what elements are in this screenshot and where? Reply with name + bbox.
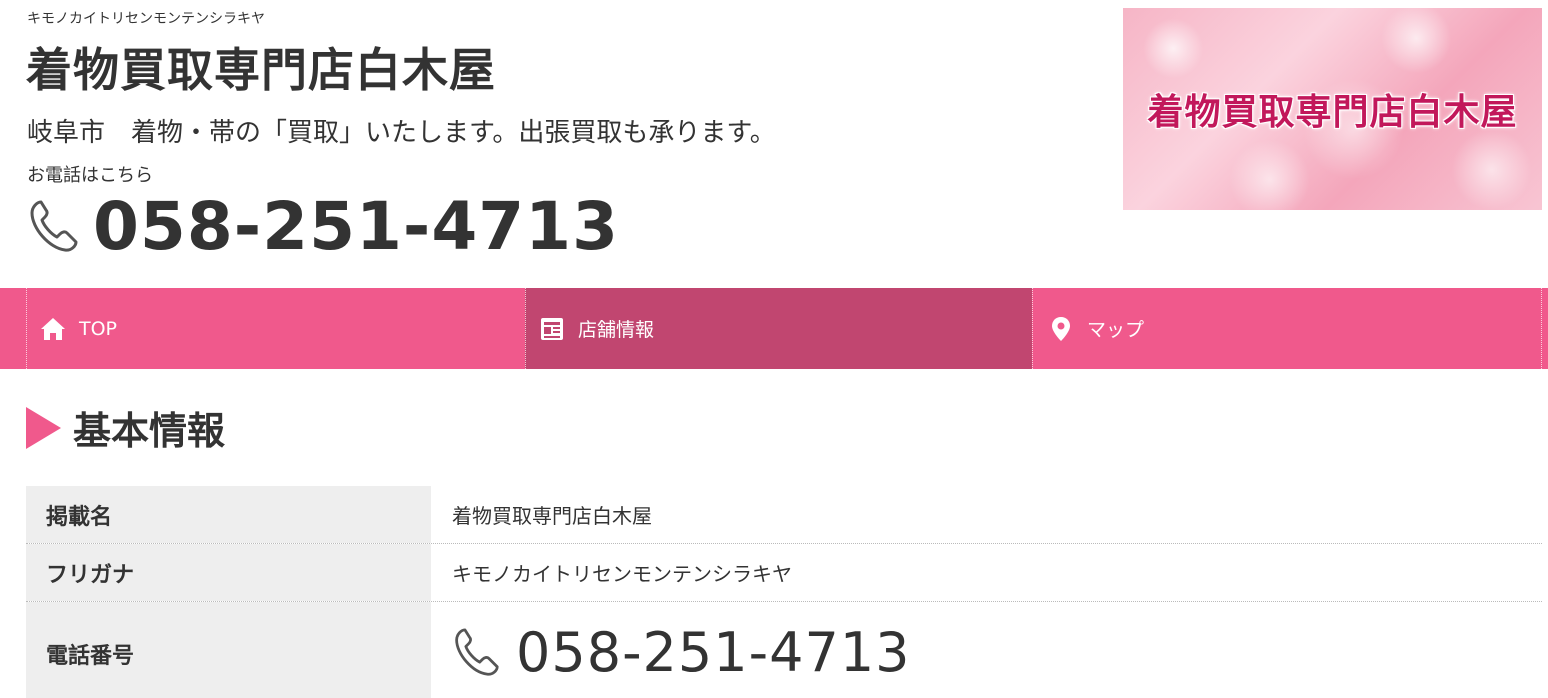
phone-icon [30, 200, 78, 252]
table-row: 掲載名 着物買取専門店白木屋 [26, 486, 1542, 544]
banner-text: 着物買取専門店白木屋 [1147, 91, 1518, 133]
header-phone-number[interactable]: 058-251-4713 [93, 188, 619, 265]
nav-item-store-info[interactable]: 店舗情報 [525, 288, 1032, 369]
map-pin-icon [1047, 315, 1075, 343]
shop-tagline: 岐阜市 着物・帯の「買取」いたします。出張買取も承ります。 [27, 118, 776, 148]
page: キモノカイトリセンモンテンシラキヤ 着物買取専門店白木屋 岐阜市 着物・帯の「買… [0, 0, 1548, 698]
nav-item-label: マップ [1087, 319, 1145, 341]
shop-banner: 着物買取専門店白木屋 [1123, 8, 1542, 210]
row-value: 058-251-4713 [431, 602, 1542, 698]
basic-info-table: 掲載名 着物買取専門店白木屋 フリガナ キモノカイトリセンモンテンシラキヤ 電話… [26, 486, 1542, 698]
table-row: フリガナ キモノカイトリセンモンテンシラキヤ [26, 544, 1542, 602]
nav-item-map[interactable]: マップ [1032, 288, 1542, 369]
section-title: 基本情報 [73, 409, 226, 453]
phone-caption: お電話はこちら [27, 165, 153, 186]
row-label: 電話番号 [26, 602, 431, 698]
row-label: 掲載名 [26, 486, 431, 543]
table-phone[interactable]: 058-251-4713 [452, 621, 911, 684]
triangle-marker-icon [26, 406, 61, 449]
shop-furigana: キモノカイトリセンモンテンシラキヤ [27, 11, 265, 27]
table-phone-number[interactable]: 058-251-4713 [516, 621, 911, 684]
global-nav: TOP 店舗情報 マップ [0, 288, 1548, 369]
store-info-icon [538, 315, 566, 343]
shop-title[interactable]: 着物買取専門店白木屋 [26, 34, 496, 100]
row-value: 着物買取専門店白木屋 [452, 504, 652, 528]
nav-item-label: 店舗情報 [578, 319, 655, 341]
table-row: 電話番号 058-251-4713 [26, 602, 1542, 698]
row-label: フリガナ [26, 544, 431, 601]
site-header: キモノカイトリセンモンテンシラキヤ 着物買取専門店白木屋 岐阜市 着物・帯の「買… [0, 0, 1548, 288]
home-icon [39, 315, 67, 343]
nav-item-label: TOP [79, 317, 118, 340]
header-phone[interactable]: 058-251-4713 [27, 186, 619, 266]
section-heading: 基本情報 [26, 400, 225, 455]
phone-icon [455, 628, 499, 676]
row-value: キモノカイトリセンモンテンシラキヤ [452, 562, 792, 586]
nav-item-top[interactable]: TOP [26, 288, 525, 369]
